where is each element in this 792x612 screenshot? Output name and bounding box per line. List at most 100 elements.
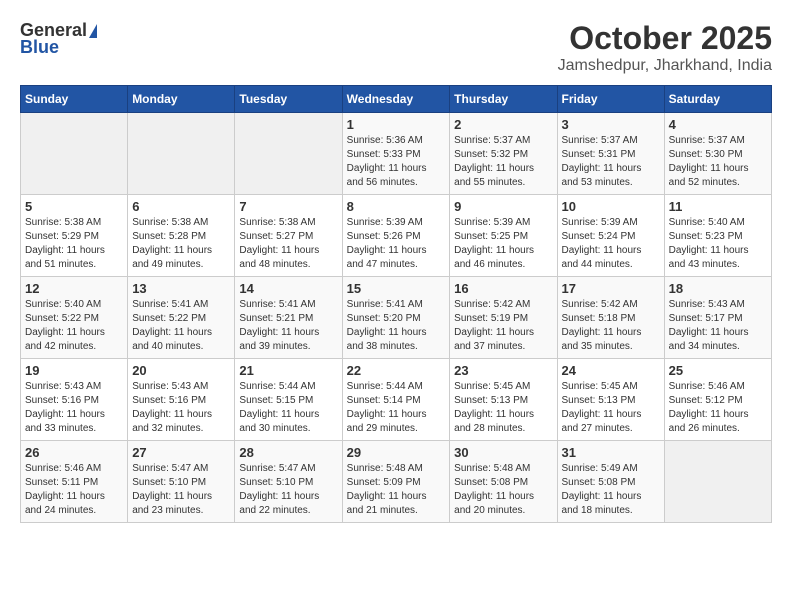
page-header: General Blue October 2025 Jamshedpur, Jh… (20, 20, 772, 75)
day-number: 20 (132, 363, 230, 378)
calendar-cell: 7 Sunrise: 5:38 AM Sunset: 5:27 PM Daylig… (235, 195, 342, 277)
day-info: Sunrise: 5:39 AM Sunset: 5:25 PM Dayligh… (454, 216, 552, 272)
calendar-cell: 30 Sunrise: 5:48 AM Sunset: 5:08 PM Dayli… (450, 441, 557, 523)
day-info: Sunrise: 5:42 AM Sunset: 5:18 PM Dayligh… (562, 298, 660, 354)
day-number: 1 (347, 117, 446, 132)
day-number: 19 (25, 363, 123, 378)
day-info: Sunrise: 5:38 AM Sunset: 5:27 PM Dayligh… (239, 216, 337, 272)
day-number: 17 (562, 281, 660, 296)
calendar-cell: 23 Sunrise: 5:45 AM Sunset: 5:13 PM Dayli… (450, 359, 557, 441)
location: Jamshedpur, Jharkhand, India (558, 57, 772, 75)
day-info: Sunrise: 5:39 AM Sunset: 5:26 PM Dayligh… (347, 216, 446, 272)
day-number: 23 (454, 363, 552, 378)
day-info: Sunrise: 5:41 AM Sunset: 5:20 PM Dayligh… (347, 298, 446, 354)
day-info: Sunrise: 5:37 AM Sunset: 5:31 PM Dayligh… (562, 134, 660, 190)
logo: General Blue (20, 20, 99, 58)
title-section: October 2025 Jamshedpur, Jharkhand, Indi… (558, 20, 772, 75)
day-number: 13 (132, 281, 230, 296)
calendar-cell (235, 113, 342, 195)
day-number: 25 (669, 363, 767, 378)
day-info: Sunrise: 5:47 AM Sunset: 5:10 PM Dayligh… (132, 462, 230, 518)
weekday-wednesday: Wednesday (342, 86, 450, 113)
day-info: Sunrise: 5:41 AM Sunset: 5:21 PM Dayligh… (239, 298, 337, 354)
calendar-cell: 19 Sunrise: 5:43 AM Sunset: 5:16 PM Dayli… (21, 359, 128, 441)
calendar-cell: 25 Sunrise: 5:46 AM Sunset: 5:12 PM Dayli… (664, 359, 771, 441)
day-number: 29 (347, 445, 446, 460)
day-info: Sunrise: 5:48 AM Sunset: 5:09 PM Dayligh… (347, 462, 446, 518)
calendar-cell: 10Sunrise: 5:39 AM Sunset: 5:24 PM Dayli… (557, 195, 664, 277)
day-info: Sunrise: 5:45 AM Sunset: 5:13 PM Dayligh… (562, 380, 660, 436)
day-number: 21 (239, 363, 337, 378)
day-info: Sunrise: 5:43 AM Sunset: 5:17 PM Dayligh… (669, 298, 767, 354)
calendar-cell: 5Sunrise: 5:38 AM Sunset: 5:29 PM Daylig… (21, 195, 128, 277)
day-number: 24 (562, 363, 660, 378)
day-number: 22 (347, 363, 446, 378)
calendar-cell: 29 Sunrise: 5:48 AM Sunset: 5:09 PM Dayli… (342, 441, 450, 523)
calendar-cell: 12 Sunrise: 5:40 AM Sunset: 5:22 PM Dayli… (21, 277, 128, 359)
weekday-tuesday: Tuesday (235, 86, 342, 113)
calendar-cell: 21 Sunrise: 5:44 AM Sunset: 5:15 PM Dayli… (235, 359, 342, 441)
day-number: 12 (25, 281, 123, 296)
day-number: 11 (669, 199, 767, 214)
calendar-cell: 27 Sunrise: 5:47 AM Sunset: 5:10 PM Dayli… (128, 441, 235, 523)
weekday-sunday: Sunday (21, 86, 128, 113)
calendar-cell: 2Sunrise: 5:37 AM Sunset: 5:32 PM Daylig… (450, 113, 557, 195)
calendar-cell: 18 Sunrise: 5:43 AM Sunset: 5:17 PM Dayli… (664, 277, 771, 359)
day-info: Sunrise: 5:42 AM Sunset: 5:19 PM Dayligh… (454, 298, 552, 354)
calendar-cell: 3Sunrise: 5:37 AM Sunset: 5:31 PM Daylig… (557, 113, 664, 195)
day-number: 8 (347, 199, 446, 214)
day-number: 31 (562, 445, 660, 460)
calendar-cell: 17 Sunrise: 5:42 AM Sunset: 5:18 PM Dayli… (557, 277, 664, 359)
weekday-thursday: Thursday (450, 86, 557, 113)
day-info: Sunrise: 5:41 AM Sunset: 5:22 PM Dayligh… (132, 298, 230, 354)
day-info: Sunrise: 5:37 AM Sunset: 5:32 PM Dayligh… (454, 134, 552, 190)
weekday-friday: Friday (557, 86, 664, 113)
calendar-body: 1 Sunrise: 5:36 AM Sunset: 5:33 PM Daylig… (21, 113, 772, 523)
calendar-cell: 28 Sunrise: 5:47 AM Sunset: 5:10 PM Dayli… (235, 441, 342, 523)
day-number: 15 (347, 281, 446, 296)
day-number: 7 (239, 199, 337, 214)
calendar-cell: 24 Sunrise: 5:45 AM Sunset: 5:13 PM Dayli… (557, 359, 664, 441)
day-number: 26 (25, 445, 123, 460)
day-number: 4 (669, 117, 767, 132)
day-number: 28 (239, 445, 337, 460)
day-info: Sunrise: 5:36 AM Sunset: 5:33 PM Dayligh… (347, 134, 446, 190)
day-info: Sunrise: 5:49 AM Sunset: 5:08 PM Dayligh… (562, 462, 660, 518)
month-title: October 2025 (558, 20, 772, 57)
day-info: Sunrise: 5:44 AM Sunset: 5:14 PM Dayligh… (347, 380, 446, 436)
day-info: Sunrise: 5:38 AM Sunset: 5:29 PM Dayligh… (25, 216, 123, 272)
day-info: Sunrise: 5:46 AM Sunset: 5:11 PM Dayligh… (25, 462, 123, 518)
calendar-cell: 6Sunrise: 5:38 AM Sunset: 5:28 PM Daylig… (128, 195, 235, 277)
calendar-cell: 26 Sunrise: 5:46 AM Sunset: 5:11 PM Dayli… (21, 441, 128, 523)
calendar-cell (21, 113, 128, 195)
logo-icon (89, 24, 97, 38)
day-info: Sunrise: 5:39 AM Sunset: 5:24 PM Dayligh… (562, 216, 660, 272)
day-info: Sunrise: 5:47 AM Sunset: 5:10 PM Dayligh… (239, 462, 337, 518)
day-number: 16 (454, 281, 552, 296)
day-info: Sunrise: 5:37 AM Sunset: 5:30 PM Dayligh… (669, 134, 767, 190)
weekday-saturday: Saturday (664, 86, 771, 113)
day-number: 14 (239, 281, 337, 296)
calendar-cell: 15 Sunrise: 5:41 AM Sunset: 5:20 PM Dayli… (342, 277, 450, 359)
day-info: Sunrise: 5:40 AM Sunset: 5:22 PM Dayligh… (25, 298, 123, 354)
day-info: Sunrise: 5:43 AM Sunset: 5:16 PM Dayligh… (25, 380, 123, 436)
day-number: 27 (132, 445, 230, 460)
day-info: Sunrise: 5:46 AM Sunset: 5:12 PM Dayligh… (669, 380, 767, 436)
calendar-cell: 20Sunrise: 5:43 AM Sunset: 5:16 PM Dayli… (128, 359, 235, 441)
calendar-cell (664, 441, 771, 523)
day-info: Sunrise: 5:45 AM Sunset: 5:13 PM Dayligh… (454, 380, 552, 436)
logo-blue: Blue (20, 37, 59, 58)
day-number: 30 (454, 445, 552, 460)
calendar-cell: 11Sunrise: 5:40 AM Sunset: 5:23 PM Dayli… (664, 195, 771, 277)
calendar-cell: 4 Sunrise: 5:37 AM Sunset: 5:30 PM Daylig… (664, 113, 771, 195)
day-info: Sunrise: 5:48 AM Sunset: 5:08 PM Dayligh… (454, 462, 552, 518)
day-number: 18 (669, 281, 767, 296)
day-info: Sunrise: 5:38 AM Sunset: 5:28 PM Dayligh… (132, 216, 230, 272)
calendar-cell: 22 Sunrise: 5:44 AM Sunset: 5:14 PM Dayli… (342, 359, 450, 441)
weekday-monday: Monday (128, 86, 235, 113)
calendar-cell: 9Sunrise: 5:39 AM Sunset: 5:25 PM Daylig… (450, 195, 557, 277)
calendar-cell: 1 Sunrise: 5:36 AM Sunset: 5:33 PM Daylig… (342, 113, 450, 195)
day-info: Sunrise: 5:44 AM Sunset: 5:15 PM Dayligh… (239, 380, 337, 436)
calendar-cell: 8 Sunrise: 5:39 AM Sunset: 5:26 PM Daylig… (342, 195, 450, 277)
calendar-cell: 16 Sunrise: 5:42 AM Sunset: 5:19 PM Dayli… (450, 277, 557, 359)
